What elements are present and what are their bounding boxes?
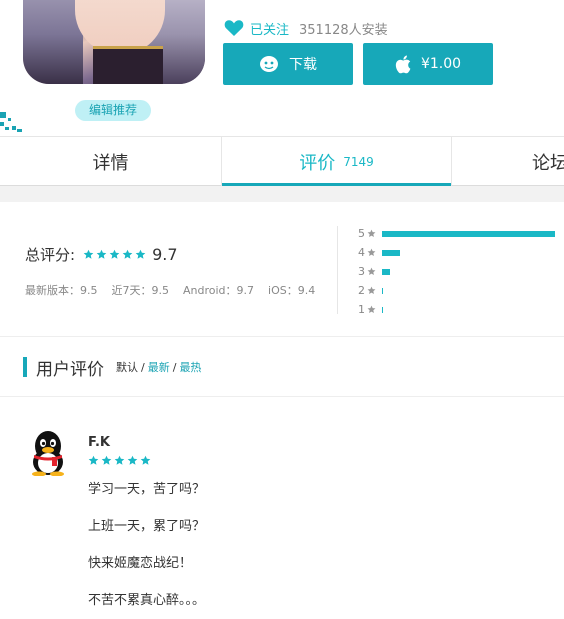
section-title: 用户评价 xyxy=(36,359,104,380)
star-icon xyxy=(367,267,376,275)
distribution-row: 3 xyxy=(358,262,564,281)
star-icon xyxy=(367,229,376,237)
install-count: 351128人安装 xyxy=(299,22,388,38)
review-stars xyxy=(88,455,151,466)
sort-options: 默认 / 最新 / 最热 xyxy=(116,359,201,375)
sort-separator: / xyxy=(141,360,145,374)
tabs-bar: 详情 评价 7149 论坛 xyxy=(0,136,564,187)
tab-detail[interactable]: 详情 xyxy=(0,137,222,186)
tab-forum[interactable]: 论坛 xyxy=(452,137,564,186)
review-line: 上班一天，累了吗？ xyxy=(88,519,206,534)
distribution-bar xyxy=(382,249,400,256)
star-icon xyxy=(367,305,376,313)
star-icon xyxy=(127,455,138,465)
rating-distribution: 5 4 3 2 1 xyxy=(358,224,564,319)
distribution-bar xyxy=(382,287,383,294)
sort-separator: / xyxy=(172,360,177,374)
star-icon xyxy=(140,455,151,465)
star-icon xyxy=(83,249,94,259)
star-icon xyxy=(114,455,125,465)
sort-hot[interactable]: 最热 xyxy=(179,359,201,375)
star-icon xyxy=(135,249,146,259)
sub-score-ios: iOS：9.4 xyxy=(268,284,316,297)
sort-default[interactable]: 默认 xyxy=(116,359,138,375)
sort-latest[interactable]: 最新 xyxy=(148,359,170,375)
star-icon xyxy=(88,455,99,465)
buy-button[interactable]: ¥1.00 xyxy=(363,43,493,85)
review-count: 7149 xyxy=(343,154,374,169)
follow-row[interactable]: 已关注 351128人安装 xyxy=(224,17,388,39)
app-icon xyxy=(23,0,205,84)
qq-penguin-icon[interactable] xyxy=(28,430,68,476)
score-stars xyxy=(83,249,146,260)
distribution-star-count: 1 xyxy=(358,303,365,316)
sub-score-latest: 最新版本：9.5 xyxy=(25,284,98,297)
android-robot-icon xyxy=(260,56,278,72)
distribution-bar xyxy=(382,230,555,237)
star-icon xyxy=(96,249,107,259)
distribution-star-count: 5 xyxy=(358,227,365,240)
overall-score: 总评分: 9.7 xyxy=(25,244,178,265)
user-reviews-header: 用户评价 默认 / 最新 / 最热 xyxy=(23,355,201,380)
sub-score-7days: 近7天：9.5 xyxy=(111,284,170,297)
follow-status[interactable]: 已关注 xyxy=(250,19,289,38)
review-line: 学习一天，苦了吗？ xyxy=(88,482,206,497)
section-separator xyxy=(0,186,564,202)
divider xyxy=(0,396,564,397)
distribution-star-count: 3 xyxy=(358,265,365,278)
distribution-row: 5 xyxy=(358,224,564,243)
apple-icon xyxy=(395,55,411,73)
distribution-bar xyxy=(382,306,383,313)
heart-icon[interactable] xyxy=(224,19,244,37)
accent-bar xyxy=(23,357,27,377)
sub-score-android: Android：9.7 xyxy=(183,284,255,297)
star-icon xyxy=(367,286,376,294)
star-icon xyxy=(122,249,133,259)
download-button[interactable]: 下载 xyxy=(223,43,353,85)
review-username[interactable]: F.K xyxy=(88,435,110,450)
distribution-row: 1 xyxy=(358,300,564,319)
review-line: 快来姬魔恋战纪！ xyxy=(88,556,193,571)
star-icon xyxy=(101,455,112,465)
tab-review-label: 评价 xyxy=(299,152,336,174)
sub-scores: 最新版本：9.5 近7天：9.5 Android：9.7 iOS：9.4 xyxy=(25,282,315,298)
divider xyxy=(337,226,338,314)
score-label: 总评分: xyxy=(25,246,76,264)
tab-detail-label: 详情 xyxy=(92,152,129,174)
score-value: 9.7 xyxy=(152,245,178,264)
distribution-bar xyxy=(382,268,390,275)
distribution-row: 4 xyxy=(358,243,564,262)
tab-review[interactable]: 评价 7149 xyxy=(222,137,452,187)
review-line: 不苦不累真心醉。。。 xyxy=(88,593,206,608)
qr-code-icon[interactable] xyxy=(0,110,22,132)
price-label: ¥1.00 xyxy=(420,56,462,72)
distribution-star-count: 2 xyxy=(358,284,365,297)
download-label: 下载 xyxy=(289,57,317,73)
star-icon xyxy=(367,248,376,256)
divider xyxy=(0,336,564,337)
star-icon xyxy=(109,249,120,259)
distribution-star-count: 4 xyxy=(358,246,365,259)
review-content: 学习一天，苦了吗？ 上班一天，累了吗？ 快来姬魔恋战纪！ 不苦不累真心醉。。。 xyxy=(88,482,205,619)
editor-recommend-badge: 编辑推荐 xyxy=(75,100,151,121)
distribution-row: 2 xyxy=(358,281,564,300)
tab-forum-label: 论坛 xyxy=(532,152,564,174)
